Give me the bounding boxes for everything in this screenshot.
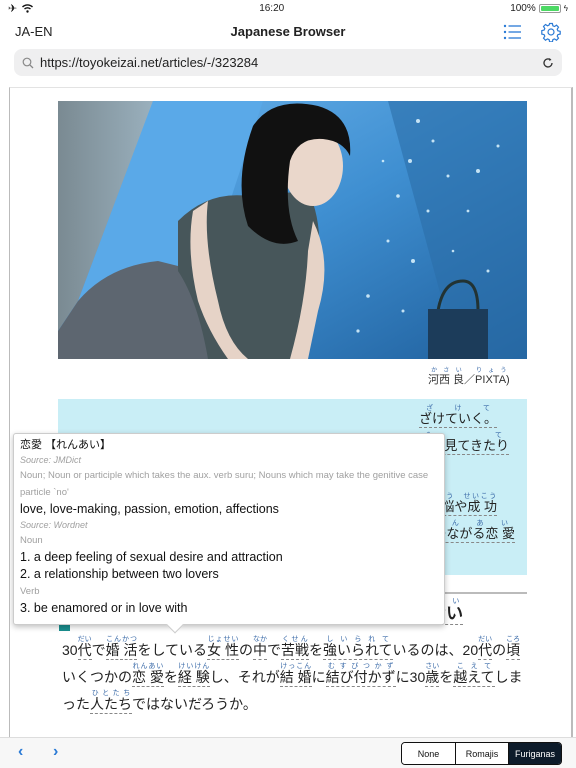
article-photo — [58, 101, 527, 359]
furigana-word[interactable]: 人たちひとたち — [90, 690, 132, 714]
plain-text: ではないだろうか。 — [132, 696, 257, 712]
dictionary-popup[interactable]: 恋愛 【れんあい】 Source: JMDict Noun; Noun or p… — [13, 433, 445, 634]
plain-text: で — [91, 642, 106, 658]
furigana-word[interactable]: 中なか — [252, 636, 267, 660]
furigana-word[interactable]: 結 婚けっこん — [279, 663, 312, 687]
furigana-word[interactable]: 頃ころ — [506, 636, 521, 660]
plain-text: の — [238, 642, 253, 658]
furigana-word[interactable]: 越えてこえて — [453, 663, 495, 687]
plain-text: を — [439, 669, 454, 685]
popup-pos-noun: Noun — [20, 535, 43, 546]
battery-icon — [538, 3, 561, 13]
furigana-word[interactable]: 恋 愛れんあい — [132, 663, 164, 687]
popup-definition: 3. be enamored or in love with — [20, 601, 188, 615]
chevron-right-icon[interactable]: › — [53, 743, 58, 761]
popup-definition: 1. a deep feeling of sexual desire and a… — [20, 550, 283, 564]
reload-icon[interactable] — [542, 57, 554, 69]
article-paragraph: 30代だいで婚 活こんかつをしている女 性じょせいの中なかで苦戦くせんを強いられ… — [62, 636, 532, 718]
battery-percent: 100% — [510, 2, 536, 14]
popup-source: Source: JMDict — [20, 455, 82, 465]
url-input[interactable] — [40, 55, 542, 70]
popup-part-of-speech: Noun; Noun or participle which takes the… — [20, 470, 429, 498]
furigana-word[interactable]: 女 性じょせい — [207, 636, 239, 660]
popup-definition: 2. a relationship between two lovers — [20, 567, 219, 581]
plain-text: に — [311, 669, 326, 685]
popup-pos-verb: Verb — [20, 586, 40, 597]
furigana-word[interactable]: 結び付かずむすびつかず — [325, 663, 396, 687]
bottom-toolbar: ‹ › None Romajis Furiganas — [0, 737, 576, 768]
reading-mode-segmented-control: None Romajis Furiganas — [401, 742, 562, 765]
popup-word: 恋愛 【れんあい】 — [20, 439, 112, 451]
url-bar[interactable] — [14, 49, 562, 76]
plain-text: し、それが — [209, 669, 280, 685]
plain-text: いくつかの — [62, 669, 132, 685]
mode-none-button[interactable]: None — [402, 743, 455, 764]
gear-icon[interactable] — [541, 22, 561, 42]
status-time: 16:20 — [259, 2, 285, 14]
furigana-word[interactable]: 苦戦くせん — [280, 636, 309, 660]
plain-text: をしている — [137, 642, 208, 658]
plain-text: を — [308, 642, 323, 658]
furigana-word[interactable]: 代だい — [77, 636, 92, 660]
airplane-icon: ✈ — [8, 2, 18, 15]
plain-text: を — [163, 669, 178, 685]
plain-text: に30 — [395, 669, 426, 685]
list-icon[interactable] — [502, 22, 522, 42]
plain-text: いるのは、20 — [392, 642, 479, 658]
photo-caption: 河西 良／PIXTA)かさい りょう — [428, 368, 510, 386]
language-pair-button[interactable]: JA-EN — [15, 24, 53, 39]
status-bar: ✈ 16:20 100% ϟ — [0, 0, 576, 16]
navigation-bar: JA-EN Japanese Browser — [0, 16, 576, 48]
web-view[interactable]: 河西 良／PIXTA)かさい りょう ざけていく。ざけて ちを見てきたりみて 苦… — [9, 87, 573, 737]
summary-word[interactable]: ざけていく。 — [418, 411, 497, 428]
popup-gloss: love, love-making, passion, emotion, aff… — [20, 502, 279, 516]
furigana-word[interactable]: 経 験けいけん — [177, 663, 210, 687]
charging-icon: ϟ — [563, 3, 568, 13]
search-icon — [22, 57, 34, 68]
mode-furiganas-button[interactable]: Furiganas — [508, 743, 561, 764]
furigana-word[interactable]: 歳さい — [425, 663, 440, 687]
chevron-left-icon[interactable]: ‹ — [18, 743, 23, 761]
plain-text: の — [492, 642, 507, 658]
furigana-word[interactable]: 婚 活こんかつ — [105, 636, 138, 660]
furigana-word[interactable]: 強いられてしいられて — [322, 636, 393, 660]
furigana-word[interactable]: 代だい — [478, 636, 493, 660]
wifi-icon — [22, 3, 34, 13]
popup-source: Source: Wordnet — [20, 520, 88, 530]
plain-text: 30 — [62, 642, 78, 658]
mode-romajis-button[interactable]: Romajis — [455, 743, 508, 764]
page-title: Japanese Browser — [230, 24, 346, 39]
plain-text: で — [266, 642, 281, 658]
